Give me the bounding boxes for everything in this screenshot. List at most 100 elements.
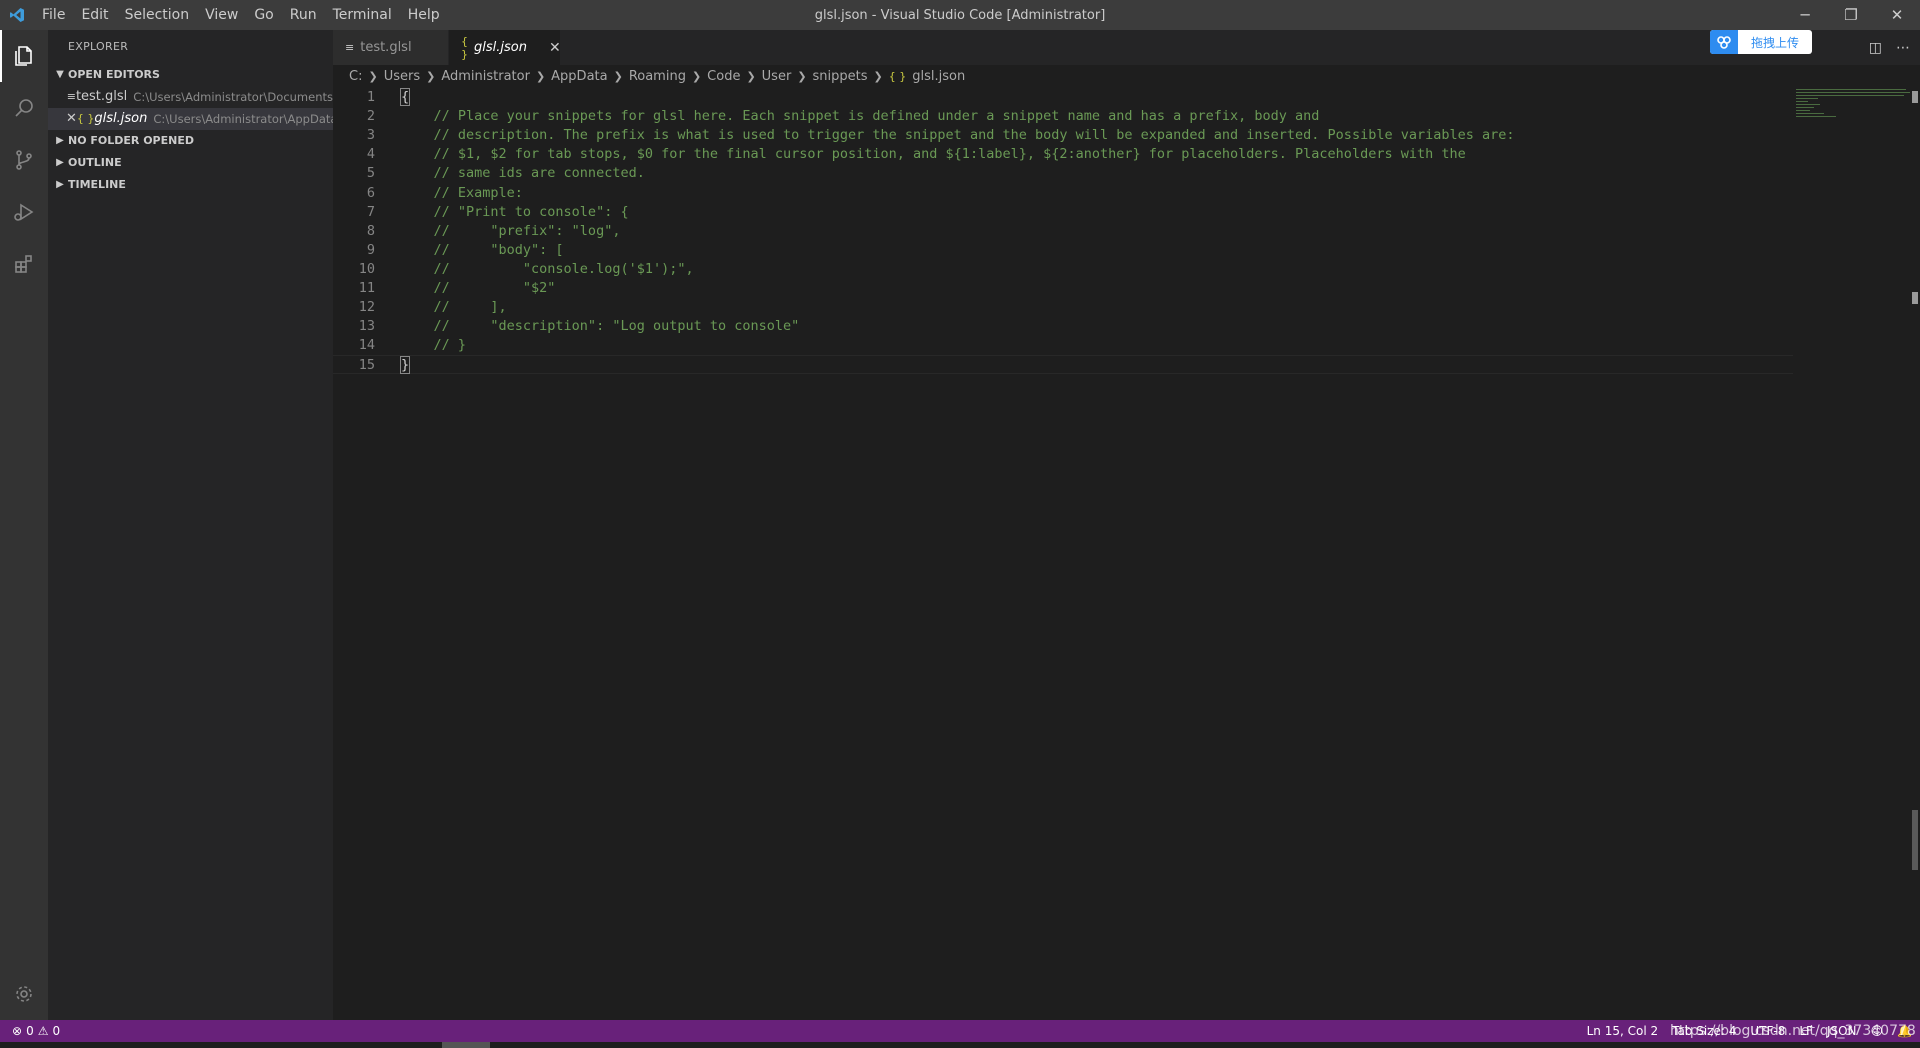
line-number: 15 (358, 357, 375, 374)
code-line[interactable]: 2 // Place your snippets for glsl here. … (333, 107, 1793, 126)
code-line[interactable]: 10 // "console.log('$1');", (333, 260, 1793, 279)
breadcrumb-item[interactable]: glsl.json (912, 69, 965, 84)
close-window-button[interactable]: ✕ (1874, 0, 1920, 30)
status-bar: ⊗ 0 ⚠ 0 Ln 15, Col 2 Tab Size: 4 UTF-8 L… (0, 1020, 1920, 1042)
code-line[interactable]: 6 // Example: (333, 184, 1793, 203)
breadcrumb-item[interactable]: User (762, 69, 792, 84)
code-line[interactable]: 4 // $1, $2 for tab stops, $0 for the fi… (333, 145, 1793, 164)
code-line[interactable]: 13 // "description": "Log output to cons… (333, 317, 1793, 336)
close-icon[interactable]: ✕ (549, 40, 561, 56)
section-outline[interactable]: ▶ OUTLINE (48, 152, 333, 174)
more-actions-icon[interactable]: ⋯ (1896, 40, 1910, 56)
tab-glsl-json[interactable]: { } glsl.json ✕ (449, 30, 561, 65)
sidebar-title: EXPLORER (68, 40, 129, 53)
explorer-icon[interactable] (0, 30, 48, 82)
vertical-scrollbar[interactable] (1906, 87, 1920, 1020)
line-text: // description. The prefix is what is us… (401, 127, 1515, 144)
search-icon[interactable] (0, 82, 48, 134)
tab-test-glsl[interactable]: ≡ test.glsl (333, 30, 449, 65)
code-line[interactable]: 12 // ], (333, 298, 1793, 317)
line-text: // Example: (401, 184, 523, 201)
code-line[interactable]: 3 // description. The prefix is what is … (333, 126, 1793, 145)
extensions-icon[interactable] (0, 238, 48, 290)
breadcrumb-item[interactable]: snippets (813, 69, 868, 84)
menu-go[interactable]: Go (246, 0, 281, 30)
code-line[interactable]: 7 // "Print to console": { (333, 203, 1793, 222)
vscode-logo-icon (0, 0, 34, 30)
language-mode[interactable]: JSON (1827, 1024, 1857, 1038)
code-editor[interactable]: 1{2 // Place your snippets for glsl here… (333, 87, 1920, 1020)
menu-terminal[interactable]: Terminal (325, 0, 400, 30)
split-editor-icon[interactable]: ◫ (1869, 40, 1882, 56)
scrollbar-thumb[interactable] (1912, 810, 1918, 870)
line-ending[interactable]: LF (1799, 1024, 1813, 1038)
line-text: // "description": "Log output to console… (401, 318, 800, 335)
source-control-icon[interactable] (0, 134, 48, 186)
menu-run[interactable]: Run (282, 0, 325, 30)
line-number: 13 (358, 318, 375, 335)
breadcrumb-item[interactable]: Code (707, 69, 740, 84)
section-open-editors[interactable]: ▼ OPEN EDITORS (48, 64, 333, 86)
upload-button[interactable]: 拖拽上传 (1710, 30, 1812, 54)
bottom-strip (0, 1042, 1920, 1048)
minimap-line (1796, 113, 1824, 114)
breadcrumb-item[interactable]: AppData (551, 69, 607, 84)
menu-file[interactable]: File (34, 0, 73, 30)
section-no-folder[interactable]: ▶ NO FOLDER OPENED (48, 130, 333, 152)
open-editor-item[interactable]: ✕ { } glsl.json C:\Users\Administrator\A… (48, 108, 333, 130)
section-timeline[interactable]: ▶ TIMELINE (48, 174, 333, 196)
code-line[interactable]: 14 // } (333, 336, 1793, 355)
notifications-icon[interactable]: 🔔 (1897, 1024, 1912, 1038)
minimap-line (1796, 98, 1818, 99)
breadcrumb-item[interactable]: C: (349, 69, 362, 84)
line-text: // same ids are connected. (401, 165, 645, 182)
encoding[interactable]: UTF-8 (1750, 1024, 1785, 1038)
code-line[interactable]: 15} (333, 355, 1793, 375)
code-line[interactable]: 9 // "body": [ (333, 241, 1793, 260)
line-number: 3 (366, 127, 375, 144)
minimap-line (1796, 107, 1814, 108)
file-lines-icon: ≡ (66, 90, 76, 103)
chevron-right-icon: ❯ (368, 69, 378, 83)
tab-size[interactable]: Tab Size: 4 (1672, 1024, 1736, 1038)
breadcrumb-item[interactable]: Users (384, 69, 420, 84)
open-editor-item[interactable]: ≡ test.glsl C:\Users\Administrator\Docum… (48, 86, 333, 108)
editor-tabs: ≡ test.glsl { } glsl.json ✕ (333, 30, 1920, 65)
menu-help[interactable]: Help (400, 0, 448, 30)
code-line[interactable]: 5 // same ids are connected. (333, 164, 1793, 183)
scrollbar-marker (1912, 292, 1918, 304)
minimize-button[interactable]: ─ (1782, 0, 1828, 30)
code-line[interactable]: 8 // "prefix": "log", (333, 222, 1793, 241)
code-line[interactable]: 1{ (333, 88, 1793, 107)
feedback-icon[interactable]: 😊 (1871, 1024, 1884, 1038)
code-line[interactable]: 11 // "$2" (333, 279, 1793, 298)
menu-view[interactable]: View (197, 0, 246, 30)
minimap-line (1796, 116, 1836, 117)
problems-indicator[interactable]: ⊗ 0 ⚠ 0 (0, 1024, 60, 1038)
line-text: // ], (401, 299, 507, 316)
breadcrumb-item[interactable]: Roaming (629, 69, 686, 84)
bracket-match: } (399, 356, 411, 375)
chevron-right-icon: ❯ (426, 69, 436, 83)
restore-button[interactable]: ❐ (1828, 0, 1874, 30)
breadcrumb-item[interactable]: Administrator (441, 69, 530, 84)
cursor-position[interactable]: Ln 15, Col 2 (1587, 1024, 1659, 1038)
run-debug-icon[interactable] (0, 186, 48, 238)
editor-actions: ◫ ⋯ (1869, 30, 1910, 65)
explorer-sidebar: EXPLORER ▼ OPEN EDITORS ≡ test.glsl C:\U… (48, 30, 333, 1020)
minimap[interactable] (1794, 87, 1910, 127)
close-icon[interactable]: ✕ (66, 108, 77, 130)
menu-selection[interactable]: Selection (117, 0, 198, 30)
menu-edit[interactable]: Edit (73, 0, 116, 30)
breadcrumb: C: ❯ Users ❯ Administrator ❯ AppData ❯ R… (333, 65, 1920, 87)
chevron-right-icon: ▶ (56, 157, 64, 168)
chevron-right-icon: ❯ (535, 69, 546, 83)
minimap-line (1796, 92, 1910, 93)
gear-icon[interactable] (0, 968, 48, 1020)
line-number: 9 (366, 241, 375, 258)
line-text: // } (401, 337, 467, 354)
open-editor-name: glsl.json (94, 111, 148, 126)
line-number: 10 (358, 260, 375, 277)
minimap-line (1796, 95, 1904, 96)
chevron-right-icon: ❯ (691, 69, 702, 83)
